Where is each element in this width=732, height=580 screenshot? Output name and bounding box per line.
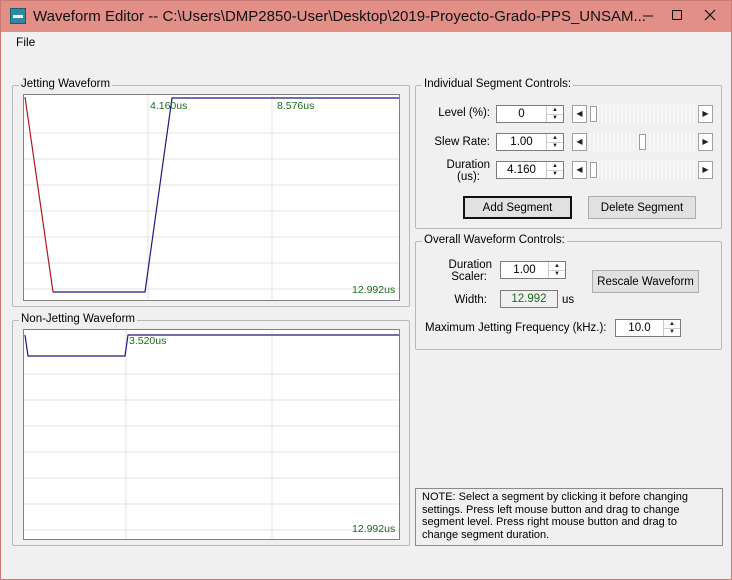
overall-controls-group: Overall Waveform Controls: Duration Scal… bbox=[415, 234, 722, 350]
duration-scaler-spinner[interactable]: 1.00 ▲ ▼ bbox=[500, 261, 566, 279]
level-value[interactable]: 0 bbox=[497, 106, 546, 122]
slew-slider-track[interactable] bbox=[587, 133, 698, 151]
close-button[interactable] bbox=[691, 3, 729, 27]
maximize-button[interactable] bbox=[662, 3, 692, 27]
app-icon bbox=[10, 8, 26, 24]
nonjetting-waveform-group: Non-Jetting Waveform 3.520us 12.992us bbox=[12, 313, 410, 546]
nonjetting-marker-1: 3.520us bbox=[129, 335, 167, 347]
jetting-waveform-group: Jetting Waveform 4.160us 8.576us 12.992u… bbox=[12, 78, 410, 307]
add-segment-button[interactable]: Add Segment bbox=[463, 196, 572, 219]
minimize-icon bbox=[643, 15, 653, 17]
duration-scaler-label-line-2: Scaler: bbox=[451, 271, 487, 283]
slew-rate-value[interactable]: 1.00 bbox=[497, 134, 546, 150]
maximize-icon bbox=[672, 10, 682, 20]
rescale-waveform-button[interactable]: Rescale Waveform bbox=[592, 270, 699, 293]
minimize-button[interactable] bbox=[633, 3, 663, 27]
frequency-down-arrow-icon[interactable]: ▼ bbox=[664, 328, 680, 336]
slew-rate-slider[interactable]: ◀ ▶ bbox=[572, 133, 713, 151]
nonjetting-waveform-title: Non-Jetting Waveform bbox=[19, 313, 137, 325]
level-label: Level (%): bbox=[438, 107, 490, 119]
client-area: Jetting Waveform 4.160us 8.576us 12.992u… bbox=[5, 52, 727, 575]
duration-spinner[interactable]: 4.160 ▲ ▼ bbox=[496, 161, 564, 179]
close-icon bbox=[704, 9, 716, 21]
max-jetting-frequency-value[interactable]: 10.0 bbox=[616, 320, 663, 336]
slew-rate-label: Slew Rate: bbox=[434, 136, 490, 148]
segment-controls-title: Individual Segment Controls: bbox=[422, 78, 574, 90]
level-slider-thumb[interactable] bbox=[590, 106, 597, 122]
jetting-waveform-plot[interactable]: 4.160us 8.576us 12.992us bbox=[23, 94, 400, 301]
slew-right-arrow-icon[interactable]: ▶ bbox=[698, 133, 713, 151]
level-spinner[interactable]: 0 ▲ ▼ bbox=[496, 105, 564, 123]
menu-bar: File bbox=[1, 32, 731, 52]
duration-scaler-value[interactable]: 1.00 bbox=[501, 262, 548, 278]
duration-slider-track[interactable] bbox=[587, 161, 698, 179]
jetting-total-duration: 12.992us bbox=[352, 284, 396, 296]
level-slider-track[interactable] bbox=[587, 105, 698, 123]
menu-file[interactable]: File bbox=[16, 35, 35, 49]
jetting-marker-1: 4.160us bbox=[150, 100, 188, 112]
waveform-editor-window: Waveform Editor -- C:\Users\DMP2850-User… bbox=[0, 0, 732, 580]
duration-right-arrow-icon[interactable]: ▶ bbox=[698, 161, 713, 179]
duration-value[interactable]: 4.160 bbox=[497, 162, 546, 178]
slew-left-arrow-icon[interactable]: ◀ bbox=[572, 133, 587, 151]
nonjetting-waveform-line bbox=[24, 334, 399, 357]
level-left-arrow-icon[interactable]: ◀ bbox=[572, 105, 587, 123]
jetting-marker-2: 8.576us bbox=[277, 100, 315, 112]
duration-down-arrow-icon[interactable]: ▼ bbox=[547, 170, 563, 178]
duration-scaler-label-line-1: Duration bbox=[448, 259, 492, 271]
slew-slider-thumb[interactable] bbox=[639, 134, 646, 150]
width-unit: us bbox=[562, 294, 575, 306]
overall-controls-title: Overall Waveform Controls: bbox=[422, 234, 567, 246]
duration-slider-thumb[interactable] bbox=[590, 162, 597, 178]
width-label: Width: bbox=[454, 294, 487, 306]
segment-controls-group: Individual Segment Controls: Level (%): … bbox=[415, 78, 722, 229]
duration-left-arrow-icon[interactable]: ◀ bbox=[572, 161, 587, 179]
level-right-arrow-icon[interactable]: ▶ bbox=[698, 105, 713, 123]
slew-down-arrow-icon[interactable]: ▼ bbox=[547, 142, 563, 150]
nonjetting-total-duration: 12.992us bbox=[352, 523, 396, 535]
level-slider[interactable]: ◀ ▶ bbox=[572, 105, 713, 123]
width-value: 12.992 bbox=[500, 290, 558, 308]
duration-label-line-2: (us): bbox=[457, 171, 480, 183]
delete-segment-button[interactable]: Delete Segment bbox=[588, 196, 696, 219]
level-down-arrow-icon[interactable]: ▼ bbox=[547, 114, 563, 122]
jetting-waveform-title: Jetting Waveform bbox=[19, 78, 113, 90]
max-jetting-frequency-label: Maximum Jetting Frequency (kHz.): bbox=[425, 322, 607, 334]
duration-label-line-1: Duration bbox=[446, 159, 490, 171]
nonjetting-waveform-canvas[interactable] bbox=[24, 330, 399, 539]
help-note: NOTE: Select a segment by clicking it be… bbox=[415, 488, 723, 546]
duration-slider[interactable]: ◀ ▶ bbox=[572, 161, 713, 179]
window-title: Waveform Editor -- C:\Users\DMP2850-User… bbox=[33, 8, 646, 25]
title-bar[interactable]: Waveform Editor -- C:\Users\DMP2850-User… bbox=[1, 1, 731, 32]
max-jetting-frequency-spinner[interactable]: 10.0 ▲ ▼ bbox=[615, 319, 681, 337]
slew-rate-spinner[interactable]: 1.00 ▲ ▼ bbox=[496, 133, 564, 151]
nonjetting-waveform-plot[interactable]: 3.520us 12.992us bbox=[23, 329, 400, 540]
scaler-down-arrow-icon[interactable]: ▼ bbox=[549, 270, 565, 278]
jetting-waveform-canvas[interactable] bbox=[24, 95, 399, 300]
